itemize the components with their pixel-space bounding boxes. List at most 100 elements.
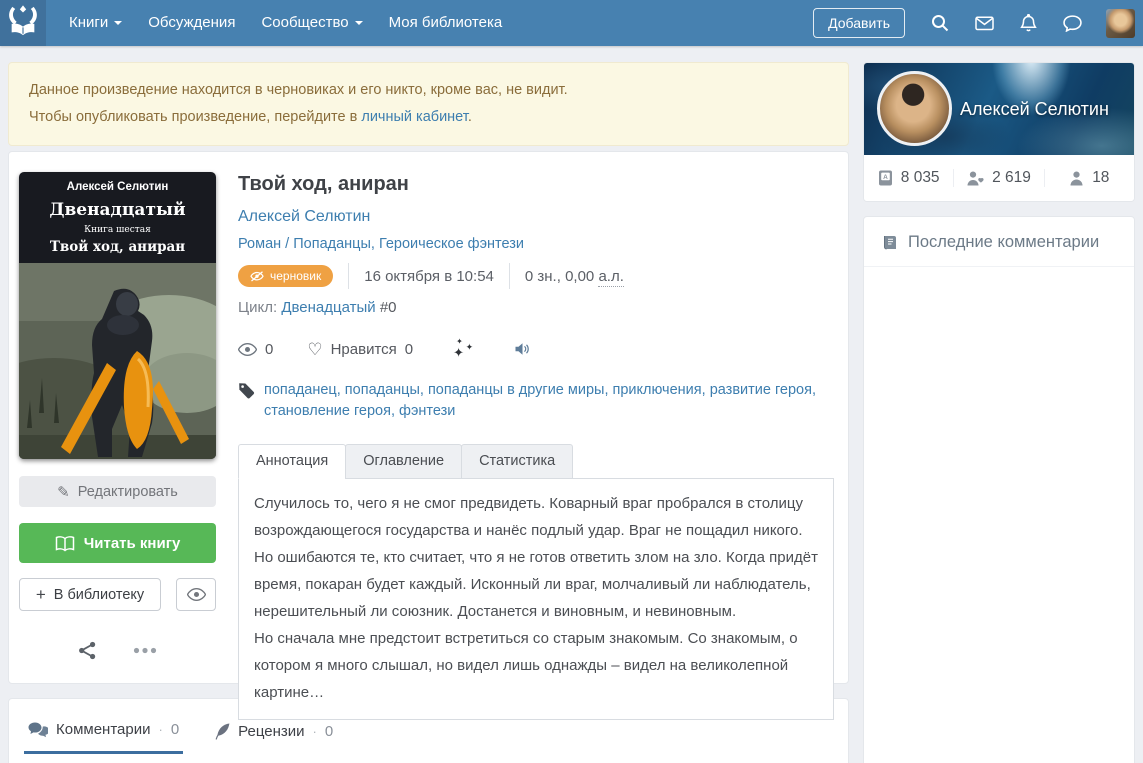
like-button[interactable]: ♡ Нравится 0	[307, 341, 413, 358]
tab-reviews-label: Рецензии	[238, 722, 305, 740]
genre-link[interactable]: Попаданцы	[293, 236, 371, 252]
genre-link[interactable]: Героическое фэнтези	[379, 236, 524, 252]
tag-link[interactable]: попаданцы	[345, 382, 420, 398]
svg-text:A: A	[883, 174, 888, 181]
author-link[interactable]: Алексей Селютин	[238, 208, 370, 225]
draft-notice-text: .	[467, 109, 472, 125]
nav-item-my-library[interactable]: Моя библиотека	[376, 0, 516, 46]
friends-stat[interactable]: 18	[1043, 169, 1134, 187]
phoenix-book-logo-icon	[6, 4, 40, 43]
nav-item-books[interactable]: Книги	[56, 0, 135, 46]
cycle-row: Цикл: Двенадцатый #0	[238, 299, 834, 316]
cycle-link[interactable]: Двенадцатый	[281, 299, 375, 316]
book-left-column: Алексей Селютин Двенадцатый Книга шестая…	[19, 172, 216, 663]
chat-icon[interactable]	[1063, 14, 1082, 32]
share-row	[19, 641, 216, 660]
followers-stat[interactable]: 2 619	[953, 169, 1043, 187]
draft-notice-text: Чтобы опубликовать произведение, перейди…	[29, 109, 362, 125]
sparkles-icon[interactable]: ✦ ✦ ✦	[453, 337, 473, 360]
cover-book-title: Твой ход, аниран	[49, 239, 186, 255]
tag-link[interactable]: попаданец	[264, 382, 337, 398]
tag-link[interactable]: приключения	[613, 382, 702, 398]
plus-icon: +	[35, 584, 46, 604]
book-details: Твой ход, аниран Алексей Селютин Роман /…	[238, 172, 834, 720]
separator	[508, 263, 510, 289]
add-button[interactable]: Добавить	[813, 8, 905, 38]
top-navbar: Книги Обсуждения Сообщество Моя библиоте…	[0, 0, 1143, 46]
tag-link[interactable]: развитие героя	[710, 382, 812, 398]
nav-item-label: Сообщество	[261, 14, 349, 31]
tag-separator: ,	[811, 382, 816, 398]
author-avatar[interactable]	[877, 71, 952, 146]
personal-cabinet-link[interactable]: личный кабинет	[361, 109, 467, 125]
cycle-label: Цикл:	[238, 299, 278, 316]
nav-item-label: Книги	[69, 14, 109, 31]
open-book-icon	[55, 535, 74, 552]
chevron-down-icon	[354, 21, 363, 25]
annotation-paragraph: Но ошибаются те, кто считает, что я не г…	[254, 549, 818, 620]
tab-annotation[interactable]: Аннотация	[238, 444, 347, 479]
works-stat[interactable]: A 8 035	[864, 169, 953, 187]
stats-row: 0 ♡ Нравится 0 ✦ ✦ ✦	[238, 337, 834, 360]
author-card: Алексей Селютин A 8 035 2 619 18	[863, 62, 1135, 202]
comments-count: 0	[170, 721, 180, 738]
edit-button-label: Редактировать	[77, 483, 178, 500]
followers-count: 2 619	[992, 169, 1031, 186]
views-count: 0	[265, 340, 274, 358]
cover-series-title: Двенадцатый	[49, 200, 186, 220]
dot-separator: ·	[158, 722, 163, 737]
bell-icon[interactable]	[1020, 14, 1037, 32]
cover-author: Алексей Селютин	[66, 181, 169, 193]
tab-reviews[interactable]: Рецензии · 0	[211, 719, 337, 754]
tag-list: попаданец, попаданцы, попаданцы в другие…	[264, 380, 834, 422]
share-icon[interactable]	[78, 641, 97, 660]
ellipsis-icon[interactable]	[133, 647, 157, 654]
separator	[348, 263, 350, 289]
tag-separator: ,	[390, 403, 400, 419]
cycle-number: #0	[379, 299, 397, 316]
mail-icon[interactable]	[975, 16, 994, 31]
like-count: 0	[404, 340, 414, 358]
read-book-button[interactable]: Читать книгу	[19, 523, 216, 563]
friends-count: 18	[1092, 169, 1110, 186]
genre-line: Роман / Попаданцы, Героическое фэнтези	[238, 236, 834, 252]
book-tabs: Аннотация Оглавление Статистика	[238, 444, 834, 479]
nav-item-community[interactable]: Сообщество	[248, 0, 375, 46]
status-badge: черновик	[238, 265, 334, 287]
add-to-library-button[interactable]: + В библиотеку	[19, 578, 161, 611]
search-icon[interactable]	[931, 14, 949, 32]
chevron-down-icon	[114, 21, 123, 25]
nav-item-discussions[interactable]: Обсуждения	[135, 0, 248, 46]
recent-comments-card: Последние комментарии	[863, 216, 1135, 763]
recent-comments-header: Последние комментарии	[864, 217, 1134, 267]
tag-link[interactable]: попаданцы в другие миры	[428, 382, 605, 398]
book-card: Алексей Селютин Двенадцатый Книга шестая…	[8, 151, 849, 720]
cover-artwork	[19, 263, 216, 459]
tag-link[interactable]: фэнтези	[399, 403, 455, 419]
site-logo[interactable]	[0, 0, 46, 46]
audio-icon[interactable]	[513, 341, 530, 357]
tab-contents[interactable]: Оглавление	[345, 444, 463, 479]
author-name-link[interactable]: Алексей Селютин	[960, 99, 1109, 120]
like-label: Нравится	[330, 340, 397, 358]
size-abbr[interactable]: а.л.	[598, 267, 624, 287]
tag-icon	[239, 383, 255, 399]
tab-statistics[interactable]: Статистика	[461, 444, 574, 479]
watch-button[interactable]	[176, 578, 216, 611]
views-counter: 0	[238, 341, 273, 358]
tag-link[interactable]: становление героя	[264, 403, 391, 419]
genre-separator: ,	[370, 236, 379, 252]
edit-button[interactable]: ✎ Редактировать	[19, 476, 216, 507]
annotation-paragraph: Случилось то, чего я не смог предвидеть.…	[254, 495, 803, 539]
user-avatar[interactable]	[1106, 8, 1135, 38]
tab-comments[interactable]: Комментарии · 0	[24, 719, 184, 754]
eye-icon	[186, 588, 206, 601]
book-cover[interactable]: Алексей Селютин Двенадцатый Книга шестая…	[19, 172, 216, 459]
tags-row: попаданец, попаданцы, попаданцы в другие…	[238, 380, 834, 422]
draft-notice-line2: Чтобы опубликовать произведение, перейди…	[29, 104, 828, 131]
heart-icon: ♡	[307, 339, 323, 359]
pencil-icon: ✎	[57, 483, 70, 501]
genre-link[interactable]: Роман	[238, 236, 281, 252]
page-title: Твой ход, аниран	[238, 173, 409, 195]
tag-separator: ,	[336, 382, 345, 398]
